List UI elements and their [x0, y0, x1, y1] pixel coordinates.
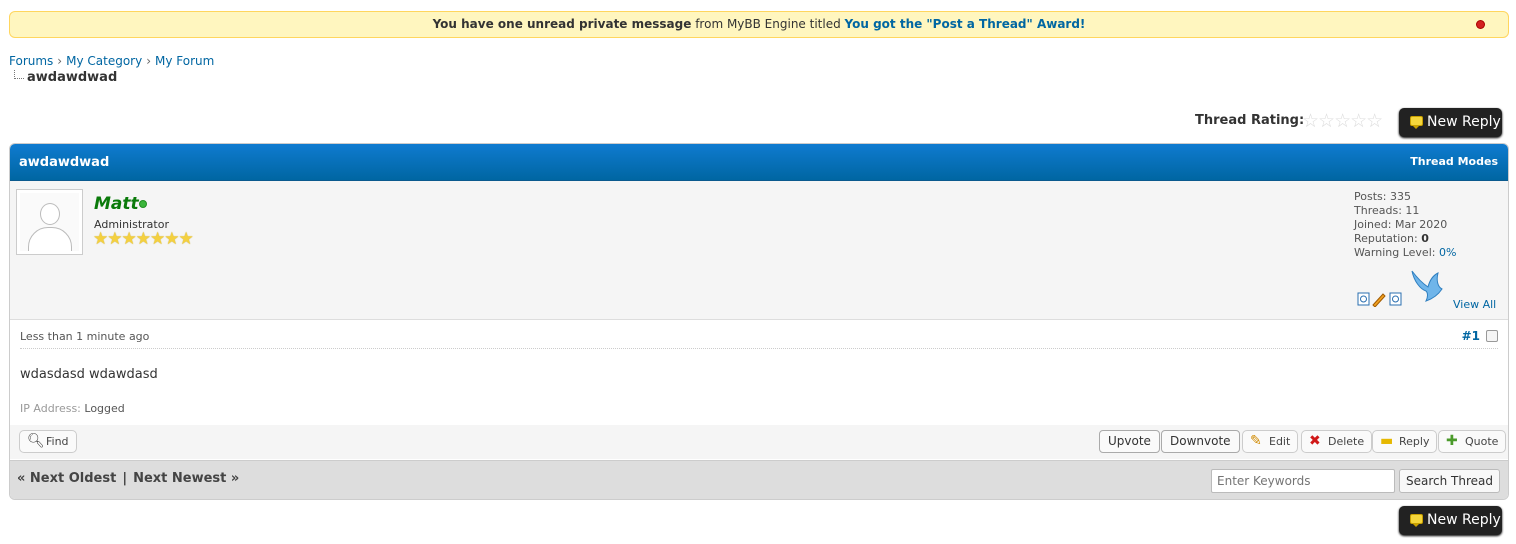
- thread-rating-label: Thread Rating:: [1195, 113, 1305, 128]
- award-badges-icon: [1357, 292, 1402, 308]
- thread-modes-link[interactable]: Thread Modes: [1410, 155, 1498, 168]
- find-button[interactable]: 🔍︎ Find: [19, 430, 77, 453]
- post-meta: Less than 1 minute ago #1: [20, 328, 1498, 349]
- thread-rating-stars[interactable]: ☆☆☆☆☆: [1302, 110, 1383, 132]
- pm-notice: You have one unread private message from…: [9, 11, 1509, 38]
- breadcrumb-active-label: awdawdwad: [27, 70, 118, 85]
- new-reply-label: New Reply: [1427, 512, 1501, 528]
- post-body: wdasdasd wdawdasd: [20, 367, 158, 382]
- upvote-button[interactable]: Upvote: [1099, 430, 1160, 453]
- reply-button[interactable]: ▬ Reply: [1372, 430, 1438, 453]
- nav-separator: |: [122, 471, 128, 486]
- breadcrumb-forums[interactable]: Forums: [9, 54, 53, 68]
- next-newest-link[interactable]: Next Newest »: [133, 471, 239, 486]
- quote-button[interactable]: ✚ Quote: [1438, 430, 1507, 453]
- delete-x-icon: ✖: [1309, 433, 1321, 449]
- magnifier-icon: 🔍︎: [27, 433, 45, 449]
- thread-title: awdawdwad: [19, 155, 110, 170]
- downvote-button[interactable]: Downvote: [1161, 430, 1240, 453]
- ip-label: IP Address:: [20, 402, 81, 415]
- delete-button[interactable]: ✖ Delete: [1301, 430, 1373, 453]
- thread-footer: « Next Oldest | Next Newest » Search Threa…: [10, 460, 1508, 499]
- dismiss-icon[interactable]: [1477, 21, 1484, 28]
- new-reply-button-bottom[interactable]: New Reply: [1399, 506, 1502, 535]
- reply-bubble-icon: [1410, 514, 1423, 527]
- breadcrumb: Forums › My Category › My Forum: [9, 54, 214, 68]
- ip-address: IP Address: Logged: [20, 402, 125, 415]
- pm-notice-from: from MyBB Engine titled: [695, 17, 841, 31]
- ip-value: Logged: [84, 402, 125, 415]
- author-stats: Posts: 335 Threads: 11 Joined: Mar 2020 …: [1354, 190, 1456, 260]
- breadcrumb-my-forum[interactable]: My Forum: [155, 54, 214, 68]
- bird-award-icon[interactable]: [1408, 265, 1448, 305]
- next-oldest-link[interactable]: « Next Oldest: [17, 471, 116, 486]
- post-author: Matt Administrator ★★★★★★★ Posts: 335 Th…: [10, 181, 1508, 320]
- breadcrumb-active: awdawdwad: [14, 70, 117, 85]
- award-icons[interactable]: [1357, 291, 1405, 310]
- thread-container: awdawdwad Thread Modes Matt Administrato…: [9, 143, 1509, 500]
- thread-header: awdawdwad Thread Modes: [10, 144, 1508, 181]
- stat-posts: Posts: 335: [1354, 190, 1411, 203]
- tree-branch-icon: [14, 70, 24, 79]
- breadcrumb-separator: ›: [57, 54, 63, 68]
- pm-message-link[interactable]: You got the "Post a Thread" Award!: [845, 17, 1086, 31]
- stat-reputation: Reputation: 0: [1354, 232, 1429, 245]
- stat-joined: Joined: Mar 2020: [1354, 218, 1448, 231]
- new-reply-button-top[interactable]: New Reply: [1399, 108, 1502, 137]
- pencil-icon: ✎: [1250, 433, 1262, 449]
- reply-bubble-icon: [1410, 116, 1423, 129]
- search-keywords-input[interactable]: [1211, 469, 1395, 493]
- breadcrumb-my-category[interactable]: My Category: [66, 54, 142, 68]
- search-thread-button[interactable]: Search Thread: [1399, 469, 1500, 493]
- warning-level-link[interactable]: 0%: [1439, 246, 1456, 259]
- avatar[interactable]: [16, 189, 83, 255]
- view-all-awards-link[interactable]: View All: [1453, 298, 1496, 311]
- reply-bubble-icon: ▬: [1380, 433, 1394, 449]
- edit-button[interactable]: ✎ Edit: [1242, 430, 1299, 453]
- user-stars: ★★★★★★★: [93, 229, 194, 249]
- post-controls: 🔍︎ Find Upvote Downvote ✎ Edit ✖ Delete ▬ Re…: [10, 425, 1508, 459]
- default-avatar-icon: [20, 193, 79, 251]
- new-reply-label: New Reply: [1427, 114, 1501, 130]
- stat-threads: Threads: 11: [1354, 204, 1420, 217]
- post-number-link[interactable]: #1: [1462, 329, 1480, 343]
- pm-notice-text: You have one unread private message: [432, 17, 692, 31]
- breadcrumb-separator: ›: [146, 54, 152, 68]
- stat-warning: Warning Level: 0%: [1354, 246, 1457, 259]
- post-select-checkbox[interactable]: [1486, 330, 1498, 342]
- quote-plus-icon: ✚: [1446, 433, 1458, 449]
- online-status-icon: [139, 200, 147, 208]
- thread-navigation: « Next Oldest | Next Newest »: [17, 471, 239, 486]
- author-username[interactable]: Matt: [94, 194, 139, 214]
- post-date: Less than 1 minute ago: [20, 330, 150, 343]
